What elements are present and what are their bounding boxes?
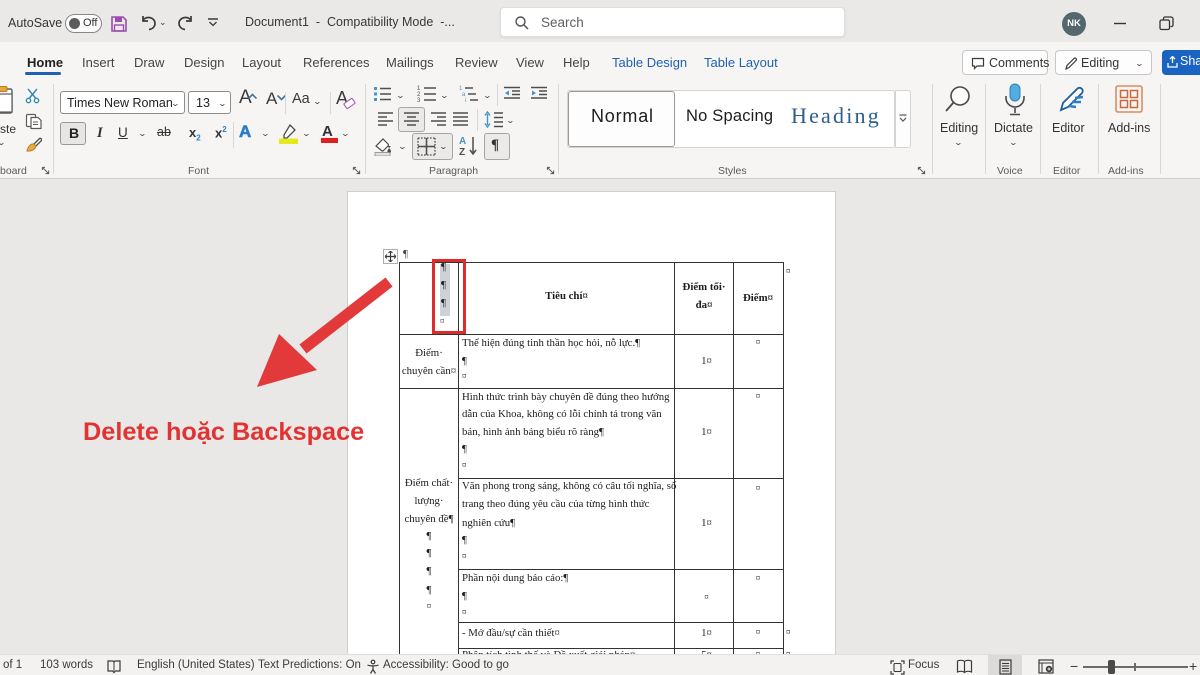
svg-text:Z: Z	[459, 147, 465, 157]
svg-text:A: A	[459, 136, 466, 147]
svg-text:i: i	[465, 98, 466, 103]
svg-text:3: 3	[417, 98, 421, 103]
